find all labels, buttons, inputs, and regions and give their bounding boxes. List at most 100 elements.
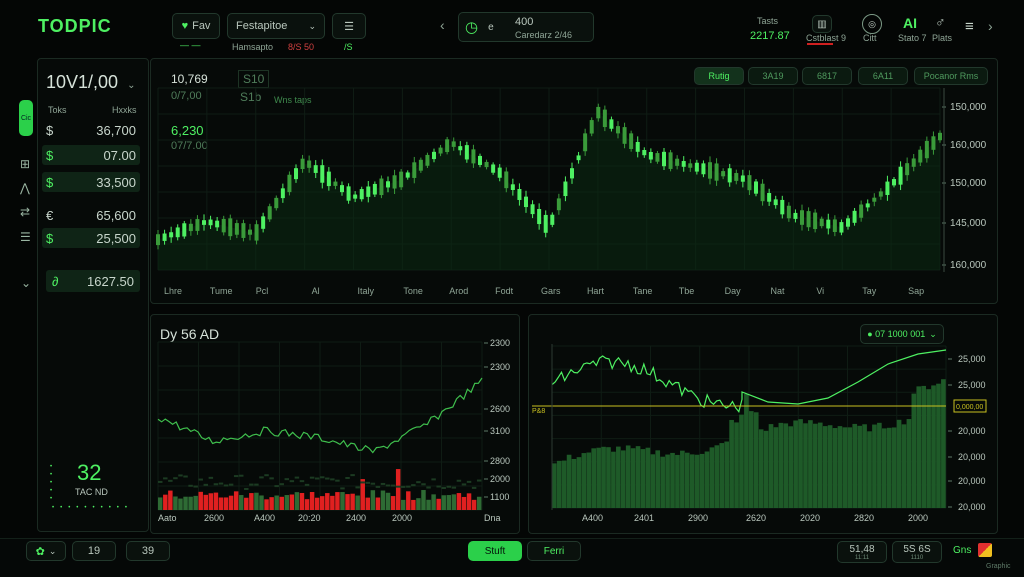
volume-bar [611,451,616,508]
candle [767,193,772,202]
volume-bar [421,490,426,510]
candle [326,171,331,187]
nav-prev-button[interactable]: ‹ [440,17,445,33]
sidebar-header[interactable]: 10V1/,00 ⌄ [46,72,135,93]
volume-cap [289,480,295,483]
volume-bar [694,454,700,508]
layers-icon[interactable]: ☰ [20,230,31,244]
volume-bar [906,419,912,508]
candle [156,234,160,246]
volume-bar [911,393,917,508]
rail-active-item[interactable]: Cic [19,100,33,136]
chart-icon[interactable]: ⋀ [20,181,30,195]
volume-bar [203,494,209,510]
menu-button[interactable]: ☰ [332,13,366,39]
row-symbol: $ [46,230,54,246]
target-icon[interactable]: ◎ [862,14,882,34]
fav-sub: — — [180,40,201,50]
candle [234,223,239,235]
chevron-down-icon: ⌄ [127,80,136,91]
volume-cap [340,487,345,490]
volume-cap [259,476,264,479]
sidebar-total[interactable]: ∂ 1627.50 [46,270,140,292]
candle [727,168,732,183]
volume-cap [456,479,462,482]
nav-next-button[interactable]: › [988,18,993,34]
settings-button[interactable]: ✿ ⌄ [26,541,66,561]
volume-bar [684,452,690,508]
volume-bar [406,491,411,510]
sidebar-row[interactable]: €65,600 [42,205,140,225]
primary-button[interactable]: Stuft [468,541,522,561]
x-tick-label: Dna [484,513,501,523]
candle [333,181,338,186]
candle [609,119,614,129]
volume-bar [926,389,931,508]
candle [267,206,272,220]
volume-bar [822,426,828,508]
candle [300,158,305,170]
volume-bar [862,424,867,508]
volume-cap [254,483,259,486]
chart-icon-button[interactable]: ▥ [812,15,832,33]
volume-bar [223,497,229,510]
y-tick-label: 20,000 [958,476,986,486]
user-icon[interactable]: ♂ [935,14,946,30]
volume-bar [916,386,922,508]
stat2-label: Cstblast 9 [806,33,847,43]
grid-icon[interactable]: ⊞ [20,157,30,171]
candle [464,145,469,160]
clock-widget[interactable]: ◷ e 400 Caredarz 2/46 [458,12,594,42]
sidebar-row[interactable]: $36,700 [42,120,140,140]
candle [175,227,180,238]
volume-bar [380,490,386,510]
volume-cap [385,484,391,487]
rail-active-label: Cic [20,114,32,122]
flag-icon[interactable] [978,543,992,557]
candle [563,181,568,197]
volume-bar [675,454,680,508]
candle [418,159,423,171]
candle [497,167,502,178]
right-stat2[interactable]: 5S 6S 1110 [892,541,942,563]
right-stat1[interactable]: 51,48 11:11 [837,541,887,563]
candle [800,210,804,225]
candle [537,209,542,225]
volume-bar [168,490,173,510]
sidebar-row[interactable]: $33,500 [42,172,140,192]
volume-bar [233,491,239,510]
y-tick-label: 3100 [490,426,510,436]
symbol-dropdown[interactable]: Festapitoe ⌄ [227,13,325,39]
candle [320,165,325,183]
bottom-left-val1[interactable]: 19 [72,541,116,561]
volume-bar [471,499,477,510]
clock-value: 400 [515,16,534,28]
candle [662,151,666,167]
volume-cap [213,483,219,486]
clock-sub: Caredarz 2/46 [515,30,573,40]
secondary-button[interactable]: Ferri [527,541,581,561]
volume-bar [390,496,396,510]
bottom-left-val2[interactable]: 39 [126,541,170,561]
x-tick-label: Italy [358,286,375,296]
candle [892,179,896,186]
volume-bar [259,495,264,510]
volume-cap [345,476,350,479]
candle [208,219,213,226]
fav-button[interactable]: ♥ Fav [172,13,220,39]
sidebar-row[interactable]: $07.00 [42,145,140,165]
hamburger-icon[interactable]: ≡ [965,18,974,35]
volume-cap [446,485,452,488]
candle [931,136,936,150]
candle [872,197,877,202]
volume-cap [461,483,467,486]
x-tick-label: Pcl [256,286,269,296]
chevron-down-icon[interactable]: ⌄ [21,276,31,290]
sidebar-row[interactable]: $25,500 [42,228,140,248]
x-tick-label: Hart [587,286,605,296]
candle [635,141,640,152]
volume-bar [314,497,320,510]
swap-icon[interactable]: ⇄ [20,205,30,219]
x-tick-label: Al [312,286,320,296]
volume-bar [395,469,401,510]
